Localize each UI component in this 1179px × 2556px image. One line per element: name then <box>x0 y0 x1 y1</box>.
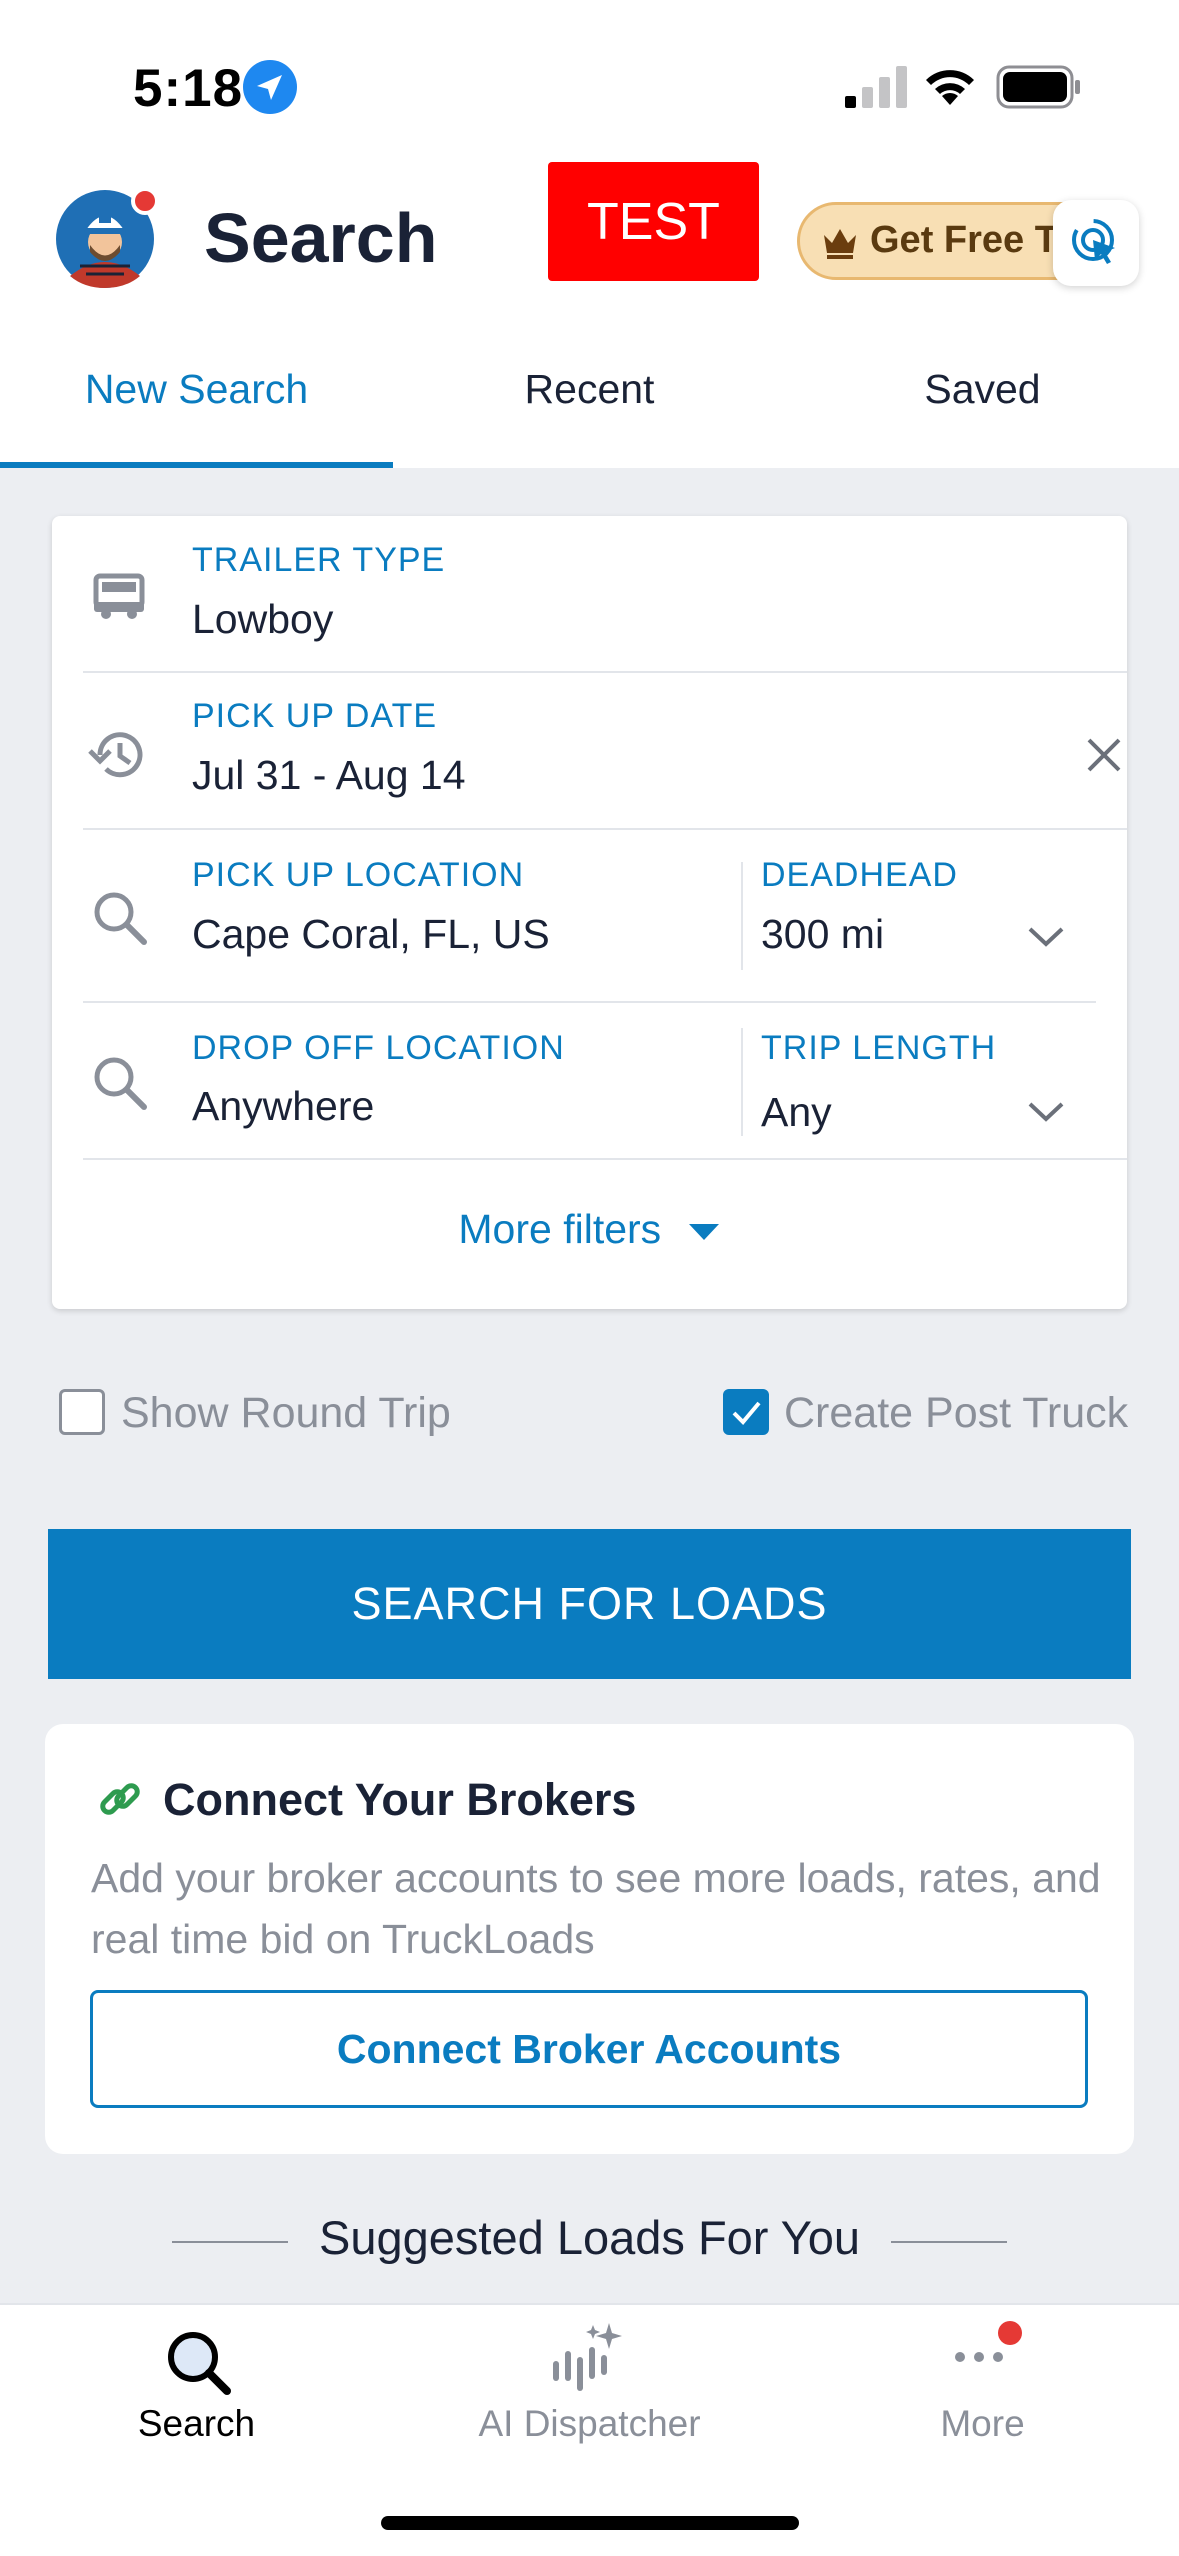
search-icon <box>94 1057 147 1110</box>
trip-length-label: TRIP LENGTH <box>761 1029 997 1067</box>
page-title: Search <box>204 199 438 277</box>
chevron-down-icon <box>1028 1102 1064 1122</box>
nav-more[interactable]: More <box>786 2305 1179 2485</box>
connect-brokers-card: Connect Your Brokers Add your broker acc… <box>45 1724 1134 2154</box>
round-trip-checkbox[interactable] <box>59 1389 105 1435</box>
dropoff-location-label: DROP OFF LOCATION <box>192 1029 565 1067</box>
home-indicator <box>381 2516 799 2530</box>
wifi-icon <box>926 70 974 105</box>
cursor-click-icon <box>1072 219 1115 264</box>
link-icon <box>100 1783 140 1815</box>
caret-down-icon <box>688 1224 719 1241</box>
trailer-type-label: TRAILER TYPE <box>192 541 446 579</box>
suggested-loads-title: Suggested Loads For You <box>319 2211 860 2264</box>
pickup-location-label: PICK UP LOCATION <box>192 856 525 894</box>
tab-recent[interactable]: Recent <box>393 350 786 468</box>
status-time: 5:18 <box>133 59 244 118</box>
pickup-date-value: Jul 31 - Aug 14 <box>192 752 466 798</box>
more-filters-button[interactable]: More filters <box>52 1206 1127 1253</box>
chevron-down-icon <box>1028 927 1064 947</box>
more-filters-label: More filters <box>458 1206 662 1252</box>
assist-button[interactable] <box>1053 200 1139 286</box>
deadhead-label: DEADHEAD <box>761 856 958 894</box>
history-icon <box>88 732 143 778</box>
search-form-card: TRAILER TYPE Lowboy PICK UP DATE Jul 31 … <box>52 516 1127 1309</box>
crown-icon <box>824 229 856 259</box>
brokers-description: Add your broker accounts to see more loa… <box>91 1855 1101 1962</box>
search-icon <box>94 892 147 945</box>
nav-ai-dispatcher[interactable]: AI Dispatcher <box>393 2305 786 2485</box>
tab-saved[interactable]: Saved <box>786 350 1179 468</box>
trip-length-select[interactable]: TRIP LENGTH Any <box>744 1003 1127 1159</box>
brokers-title: Connect Your Brokers <box>163 1774 637 1825</box>
search-tabs: New Search Recent Saved <box>0 350 1179 468</box>
pickup-location-field[interactable]: PICK UP LOCATION Cape Coral, FL, US <box>172 830 732 1002</box>
nav-search-label: Search <box>137 2403 256 2444</box>
nav-ai-dispatcher-label: AI Dispatcher <box>478 2403 701 2444</box>
ai-dispatcher-icon <box>553 2323 622 2391</box>
dropoff-location-value: Anywhere <box>192 1083 375 1129</box>
pickup-date-label: PICK UP DATE <box>192 697 438 735</box>
column-divider <box>741 862 743 970</box>
checkmark-icon <box>732 1401 761 1425</box>
pickup-location-row: PICK UP LOCATION Cape Coral, FL, US DEAD… <box>52 830 1127 1003</box>
post-truck-checkbox[interactable] <box>723 1389 769 1435</box>
divider-line <box>891 2241 1007 2243</box>
cellular-signal-icon <box>845 66 907 108</box>
connect-broker-accounts-button[interactable]: Connect Broker Accounts <box>90 1990 1088 2108</box>
trailer-type-value: Lowboy <box>192 596 334 642</box>
post-truck-label: Create Post Truck <box>784 1389 1129 1437</box>
nav-more-label: More <box>940 2403 1025 2444</box>
search-for-loads-button[interactable]: SEARCH FOR LOADS <box>48 1529 1131 1679</box>
clear-date-icon[interactable] <box>1085 736 1123 774</box>
trailer-icon <box>93 573 145 619</box>
column-divider <box>741 1028 743 1136</box>
pickup-location-value: Cape Coral, FL, US <box>192 911 550 957</box>
search-icon <box>168 2332 231 2395</box>
dropoff-location-row: DROP OFF LOCATION Anywhere TRIP LENGTH A… <box>52 1003 1127 1160</box>
location-arrow-icon <box>243 60 297 114</box>
tab-new-search[interactable]: New Search <box>0 350 393 468</box>
deadhead-select[interactable]: DEADHEAD 300 mi <box>744 830 1127 1002</box>
notification-dot <box>131 187 159 215</box>
trip-length-value: Any <box>761 1089 832 1135</box>
promo-label: Get Free T <box>870 219 1058 261</box>
round-trip-label: Show Round Trip <box>121 1389 451 1437</box>
battery-icon <box>996 65 1080 109</box>
more-icon <box>955 2321 1022 2362</box>
divider <box>83 1158 1127 1160</box>
test-badge: TEST <box>548 162 759 281</box>
pickup-date-field[interactable]: PICK UP DATE Jul 31 - Aug 14 <box>52 673 1127 830</box>
dropoff-location-field[interactable]: DROP OFF LOCATION Anywhere <box>172 1003 732 1159</box>
nav-search[interactable]: Search <box>0 2305 393 2485</box>
trailer-type-field[interactable]: TRAILER TYPE Lowboy <box>52 516 1127 673</box>
deadhead-value: 300 mi <box>761 911 885 957</box>
